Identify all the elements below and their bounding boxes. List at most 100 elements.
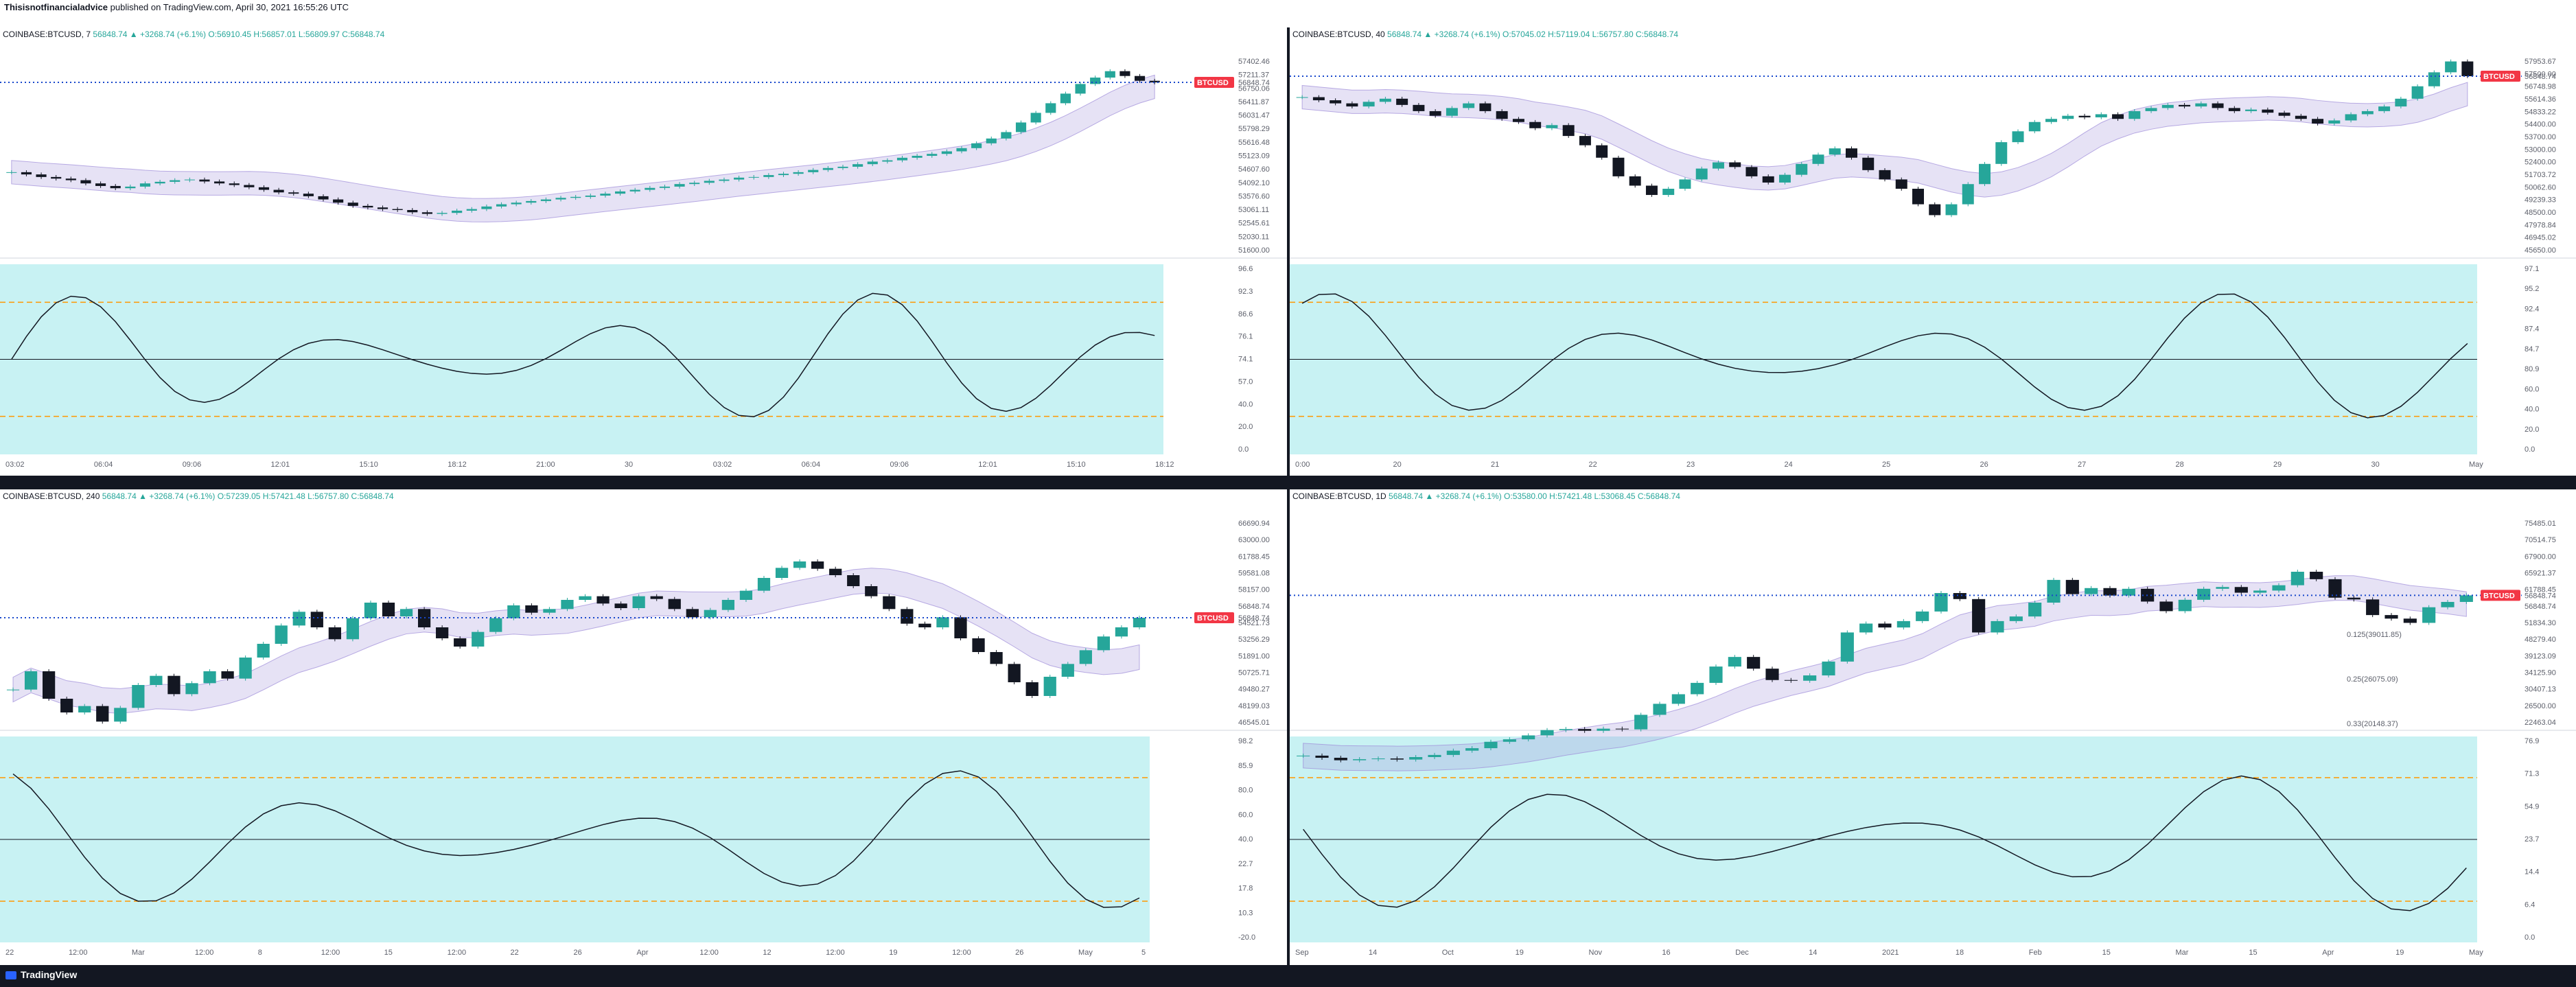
candle-body xyxy=(763,175,774,177)
osc-axis-label: 20.0 xyxy=(1238,423,1253,431)
price-axis-label: 55616.48 xyxy=(1238,139,1270,147)
candle-body xyxy=(2179,104,2191,107)
candle-body xyxy=(1330,100,1342,104)
last-price-label: 56848.74 xyxy=(2525,73,2556,81)
price-axis-label: 63000.00 xyxy=(1238,536,1270,544)
candle-body xyxy=(2212,103,2224,108)
price-tag-label: BTCUSD xyxy=(1197,614,1229,623)
candle-body xyxy=(1895,179,1907,189)
candle-body xyxy=(2328,120,2341,124)
price-axis-label: 22463.04 xyxy=(2525,719,2556,727)
candle-body xyxy=(2009,616,2023,621)
price-axis-label: 65921.37 xyxy=(2525,570,2556,578)
candle-body xyxy=(2012,131,2024,143)
candle-body xyxy=(1796,163,1808,175)
candle-body xyxy=(333,199,344,203)
time-axis-label: May xyxy=(1078,949,1093,957)
chart-panel-40m[interactable]: COINBASE:BTCUSD, 40 56848.74 ▲ +3268.74 … xyxy=(1290,27,2576,476)
candle-body xyxy=(956,148,967,152)
candle-body xyxy=(1991,620,2004,633)
candle-body xyxy=(1315,755,1329,758)
candle-body xyxy=(778,174,789,176)
candle-body xyxy=(793,172,804,174)
candle-body xyxy=(1512,119,1524,122)
time-axis-label: Apr xyxy=(2322,949,2334,957)
candle-body xyxy=(1502,739,1516,742)
time-axis-label: 15 xyxy=(2249,949,2257,957)
chart-panel-240m[interactable]: COINBASE:BTCUSD, 240 56848.74 ▲ +3268.74… xyxy=(0,489,1287,965)
candle-body xyxy=(1465,748,1479,751)
osc-axis-label: 97.1 xyxy=(2525,265,2539,273)
candle-body xyxy=(2310,572,2323,579)
price-axis-label: 59581.08 xyxy=(1238,570,1270,578)
candle-body xyxy=(2345,114,2357,121)
candle-body xyxy=(244,185,255,187)
time-axis-label: 18:12 xyxy=(448,461,467,469)
candle-body xyxy=(310,612,323,627)
candle-body xyxy=(865,586,878,596)
candle-body xyxy=(328,627,341,640)
candle-body xyxy=(570,196,581,198)
candle-body xyxy=(1728,657,1741,667)
candle-body xyxy=(901,609,914,624)
time-axis-label: 22 xyxy=(511,949,519,957)
time-axis-label: 15:10 xyxy=(359,461,378,469)
candle-body xyxy=(721,600,735,610)
candle-body xyxy=(912,156,923,158)
time-axis-label: 2021 xyxy=(1882,949,1899,957)
candle-body xyxy=(96,706,109,722)
candle-body xyxy=(689,183,700,185)
chart-title: COINBASE:BTCUSD, 40 56848.74 ▲ +3268.74 … xyxy=(1292,30,1678,39)
candle-body xyxy=(614,603,627,608)
candle-body xyxy=(1962,184,1974,205)
candle-body xyxy=(1879,170,1891,180)
osc-axis-label: 87.4 xyxy=(2525,325,2539,334)
candle-body xyxy=(990,652,1003,664)
candle-body xyxy=(896,157,908,161)
fib-level-label: 0.25(26075.09) xyxy=(2347,675,2398,684)
time-axis-label: May xyxy=(2469,949,2483,957)
candle-body xyxy=(95,183,106,186)
candle-body xyxy=(1812,154,1824,164)
last-price-label: 56848.74 xyxy=(1238,614,1270,623)
time-axis-label: Sep xyxy=(1295,949,1309,957)
price-axis-label: 56748.98 xyxy=(2525,83,2556,91)
price-tag-label: BTCUSD xyxy=(1197,79,1229,87)
candle-body xyxy=(80,180,91,184)
candle-body xyxy=(1822,661,1835,676)
candle-body xyxy=(941,151,952,154)
candle-body xyxy=(472,631,485,647)
price-axis-label: 53000.00 xyxy=(2525,146,2556,154)
osc-axis-label: 20.0 xyxy=(2525,426,2539,434)
candle-body xyxy=(659,186,671,188)
candle-body xyxy=(199,179,210,182)
author-name: Thisisnotfinancialadvice xyxy=(4,2,108,12)
candle-body xyxy=(1691,682,1704,695)
chart-panel-7m[interactable]: COINBASE:BTCUSD, 7 56848.74 ▲ +3268.74 (… xyxy=(0,27,1287,476)
candle-body xyxy=(2103,588,2117,596)
candle-body xyxy=(1428,754,1441,757)
candle-body xyxy=(1133,618,1146,627)
price-axis-label: 46545.01 xyxy=(1238,719,1270,727)
time-axis-label: 27 xyxy=(2078,461,2086,469)
candle-body xyxy=(1972,599,1986,633)
candle-body xyxy=(1840,632,1854,662)
time-axis-label: 18 xyxy=(1956,949,1964,957)
price-axis-label: 53256.29 xyxy=(1238,636,1270,644)
candle-body xyxy=(2278,113,2290,116)
candle-body xyxy=(2197,588,2211,600)
price-axis-label: 57402.46 xyxy=(1238,58,1270,66)
price-axis-label: 49480.27 xyxy=(1238,686,1270,694)
candle-body xyxy=(2216,587,2229,589)
candle-body xyxy=(24,671,38,690)
tradingview-logo[interactable]: TradingView xyxy=(5,969,77,980)
ma-envelope-band xyxy=(11,74,1155,222)
publish-header: Thisisnotfinancialadvice published on Tr… xyxy=(4,2,349,12)
candle-body xyxy=(2272,585,2286,591)
candle-body xyxy=(555,198,566,200)
chart-panel-1d[interactable]: COINBASE:BTCUSD, 1D 56848.74 ▲ +3268.74 … xyxy=(1290,489,2576,965)
time-axis-label: 30 xyxy=(625,461,633,469)
time-axis-label: 15:10 xyxy=(1067,461,1086,469)
candle-body xyxy=(2384,615,2398,619)
candle-body xyxy=(1645,185,1658,196)
